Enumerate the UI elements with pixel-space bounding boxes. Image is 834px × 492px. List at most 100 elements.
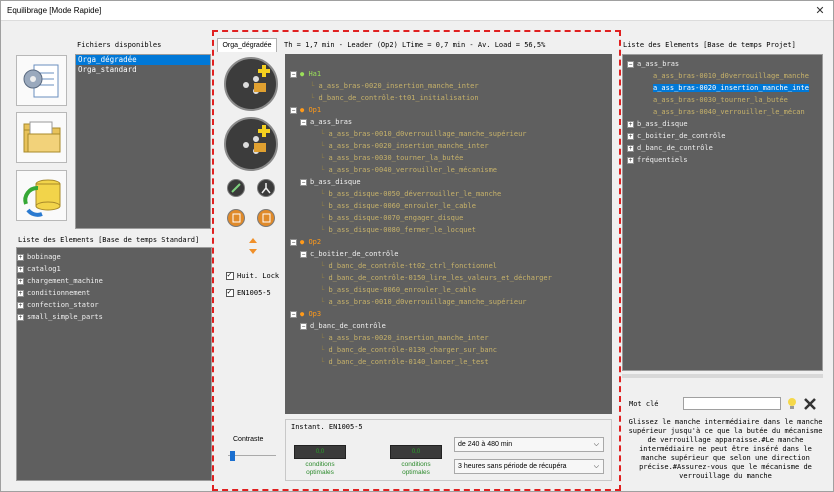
tree-node-leaf[interactable]: └ d_banc_de_contrôle-0140_lancer_le_test	[290, 356, 612, 368]
tree-node-leaf[interactable]: └ a_ass_bras-0020_insertion_manche_inter	[290, 140, 612, 152]
tree-node-group[interactable]: − a_ass_bras	[290, 116, 612, 128]
tree-node-leaf[interactable]: └ a_ass_bras-0010_d0verrouillage_manche_…	[290, 296, 612, 308]
tree-node-group[interactable]: − c_boitier_de_contrôle	[290, 248, 612, 260]
collapse-minus-icon[interactable]: −	[290, 238, 297, 246]
sync-database-button[interactable]	[16, 170, 67, 221]
collapse-minus-icon[interactable]: −	[300, 250, 307, 258]
tree-node-leaf[interactable]: └ b_ass_disque-0070_engager_disque	[290, 212, 612, 224]
expand-plus-icon[interactable]: +	[627, 132, 634, 140]
huit-lock-checkbox[interactable]: Huit. Lock	[226, 270, 279, 280]
project-item-label: c_boitier_de_contrôle	[637, 132, 726, 140]
std-element-item[interactable]: + catalog1	[17, 263, 211, 275]
project-leaf[interactable]: a_ass_bras-0030_tourner_la_butée	[627, 94, 822, 106]
organisation-tree[interactable]: − ● Ha1 └ a_ass_bras-0020_insertion_manche…	[285, 54, 612, 414]
std-element-item[interactable]: + confection_stator	[17, 299, 211, 311]
tree-node-leaf[interactable]: └ a_ass_bras-0020_insertion_manche_inter	[290, 80, 612, 92]
project-group[interactable]: + b_ass_disque	[627, 118, 822, 130]
tree-node-label: b_ass_disque-0050_déverrouiller_le_manch…	[328, 190, 502, 198]
expand-plus-icon[interactable]: +	[17, 289, 24, 297]
collapse-minus-icon[interactable]: −	[300, 118, 307, 126]
copy-tool-button[interactable]	[227, 209, 245, 227]
database-sync-icon	[23, 179, 61, 217]
tree-node-label: b_ass_disque-0060_enrouler_le_cable	[328, 202, 476, 210]
collapse-minus-icon[interactable]: −	[290, 310, 297, 318]
expand-plus-icon[interactable]: +	[17, 301, 24, 309]
tree-node-leaf[interactable]: └ d_banc_de_contrôle-0150_lire_les_valeu…	[290, 272, 612, 284]
project-leaf[interactable]: a_ass_bras-0040_verrouiller_le_mécan	[627, 106, 822, 118]
expand-plus-icon[interactable]: +	[17, 265, 24, 273]
files-list[interactable]: Orga_dégradée Orga_standard	[75, 54, 211, 229]
tree-node-group[interactable]: − d_banc_de_contrôle	[290, 320, 612, 332]
tree-node-label: c_boitier_de_contrôle	[310, 250, 399, 258]
std-element-item[interactable]: + conditionnement	[17, 287, 211, 299]
std-element-item[interactable]: + small_simple_parts	[17, 311, 211, 323]
add-element-button[interactable]	[224, 117, 278, 171]
project-group[interactable]: + d_banc_de_contrôle	[627, 142, 822, 154]
project-leaf[interactable]: a_ass_bras-0010_d0verrouillage_manche	[627, 70, 822, 82]
collapse-minus-icon[interactable]: −	[300, 178, 307, 186]
settings-checklist-button[interactable]	[16, 55, 67, 106]
tree-node-op[interactable]: − ● Ha1	[290, 68, 612, 80]
checkbox-checked-icon[interactable]	[226, 287, 234, 297]
file-item[interactable]: Orga_dégradée	[76, 55, 210, 65]
std-elements-label: Liste des Elements [Base de temps Standa…	[18, 236, 200, 244]
add-operation-button[interactable]	[224, 57, 278, 111]
clear-button[interactable]	[803, 397, 817, 411]
tree-node-op[interactable]: − ● Op3	[290, 308, 612, 320]
tree-node-leaf[interactable]: └ a_ass_bras-0010_d0verrouillage_manche_…	[290, 128, 612, 140]
contrast-slider[interactable]	[228, 451, 276, 461]
recovery-select[interactable]: 3 heures sans période de récupéra ⌵	[454, 459, 604, 474]
document-icon	[262, 213, 271, 223]
duration-select[interactable]: de 240 à 480 min ⌵	[454, 437, 604, 452]
tree-node-label: d_banc_de_contrôle	[310, 322, 386, 330]
slider-thumb[interactable]	[230, 451, 235, 461]
project-group[interactable]: + c_boitier_de_contrôle	[627, 130, 822, 142]
tree-node-group[interactable]: − b_ass_disque	[290, 176, 612, 188]
edit-tool-button[interactable]	[227, 179, 245, 197]
expand-plus-icon[interactable]: +	[17, 277, 24, 285]
tree-node-op[interactable]: − ● Op2	[290, 236, 612, 248]
expand-plus-icon[interactable]: +	[627, 144, 634, 152]
paste-tool-button[interactable]	[257, 209, 275, 227]
tab-orga-degradee[interactable]: Orga_dégradée	[217, 38, 277, 52]
std-elements-list[interactable]: + bobinage + catalog1 + chargement_machine + co…	[16, 247, 212, 481]
tree-node-leaf[interactable]: └ a_ass_bras-0020_insertion_manche_inter	[290, 332, 612, 344]
run-tool-button[interactable]	[257, 179, 275, 197]
checkbox-checked-icon[interactable]	[226, 270, 234, 280]
en1005-checkbox[interactable]: EN1005-5	[226, 287, 271, 297]
collapse-minus-icon[interactable]: −	[627, 60, 634, 68]
tree-node-leaf[interactable]: └ d_banc_de_contrôle-tt02_ctrl_fonctionn…	[290, 260, 612, 272]
tree-node-leaf[interactable]: └ d_banc_de_contrôle-tt01_initialisation	[290, 92, 612, 104]
expand-plus-icon[interactable]: +	[627, 156, 634, 164]
tree-node-leaf[interactable]: └ b_ass_disque-0080_fermer_le_locquet	[290, 224, 612, 236]
horizontal-scrollbar[interactable]	[622, 374, 823, 378]
collapse-minus-icon[interactable]: −	[300, 322, 307, 330]
swap-arrows-button[interactable]	[248, 237, 258, 255]
expand-plus-icon[interactable]: +	[17, 313, 24, 321]
tree-node-leaf[interactable]: └ d_banc_de_contrôle-0130_charger_sur_ba…	[290, 344, 612, 356]
project-leaf[interactable]: a_ass_bras-0020_insertion_manche_inte	[627, 82, 822, 94]
tree-node-label: a_ass_bras-0020_insertion_manche_inter	[318, 82, 479, 90]
collapse-minus-icon[interactable]: −	[290, 70, 297, 78]
collapse-minus-icon[interactable]: −	[290, 106, 297, 114]
project-group[interactable]: + fréquentiels	[627, 154, 822, 166]
close-button[interactable]: ✕	[813, 4, 827, 18]
open-folder-button[interactable]	[16, 112, 67, 163]
file-item[interactable]: Orga_standard	[76, 65, 210, 75]
project-elements-tree[interactable]: − a_ass_bras a_ass_bras-0010_d0verrouillag…	[622, 54, 823, 371]
project-group[interactable]: − a_ass_bras	[627, 58, 822, 70]
std-element-item[interactable]: + chargement_machine	[17, 275, 211, 287]
tree-node-leaf[interactable]: └ b_ass_disque-0060_enrouler_le_cable	[290, 284, 612, 296]
search-bulb-button[interactable]	[786, 397, 798, 410]
keyword-input[interactable]	[683, 397, 781, 410]
expand-plus-icon[interactable]: +	[627, 120, 634, 128]
tree-node-leaf[interactable]: └ a_ass_bras-0030_tourner_la_butée	[290, 152, 612, 164]
project-item-label: b_ass_disque	[637, 120, 688, 128]
tree-node-leaf[interactable]: └ b_ass_disque-0060_enrouler_le_cable	[290, 200, 612, 212]
expand-plus-icon[interactable]: +	[17, 253, 24, 261]
tree-node-op[interactable]: − ● Op1	[290, 104, 612, 116]
tree-node-leaf[interactable]: └ a_ass_bras-0040_verrouiller_le_mécanis…	[290, 164, 612, 176]
status-line: Th = 1,7 min - Leader (Op2) LTime = 0,7 …	[284, 41, 546, 49]
tree-node-leaf[interactable]: └ b_ass_disque-0050_déverrouiller_le_man…	[290, 188, 612, 200]
std-element-item[interactable]: + bobinage	[17, 251, 211, 263]
